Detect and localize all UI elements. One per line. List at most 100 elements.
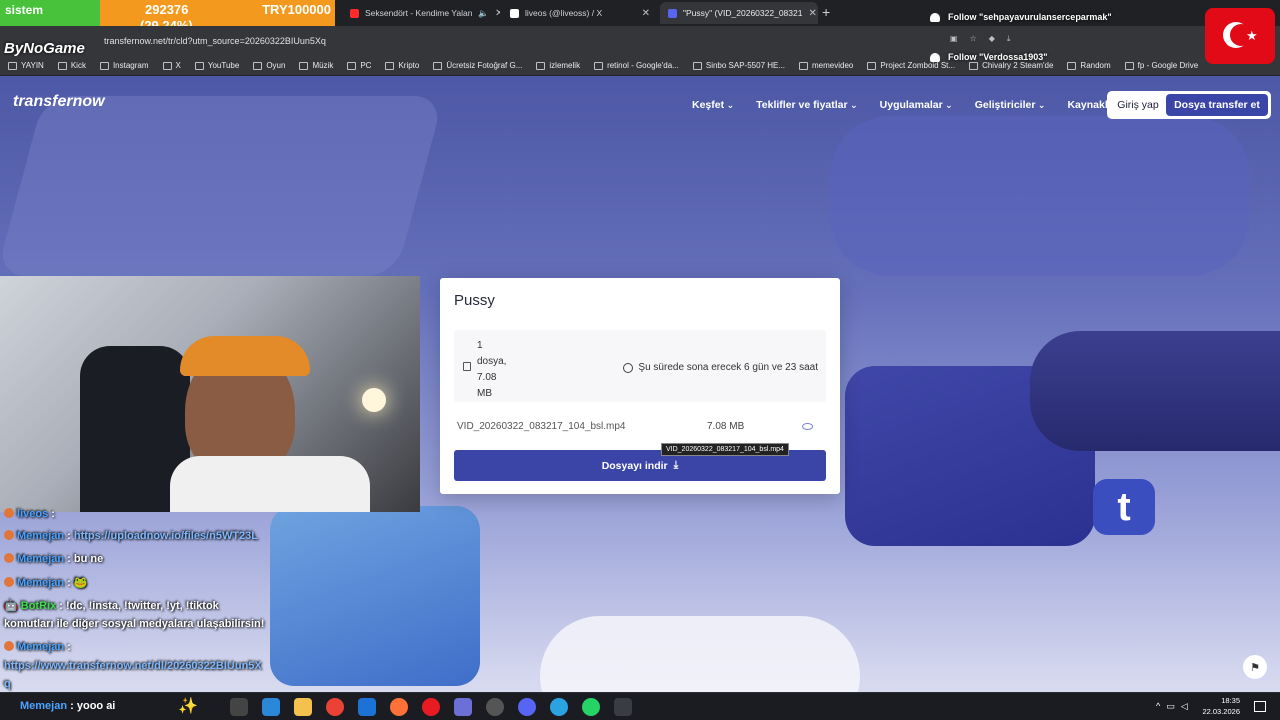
- whatsapp-icon[interactable]: [582, 698, 600, 716]
- chat-username: Memejan: [17, 553, 65, 565]
- bookmark-item[interactable]: YAYIN: [8, 61, 44, 70]
- clock[interactable]: 18:35 22.03.2026: [1202, 695, 1240, 717]
- opera-icon[interactable]: [422, 698, 440, 716]
- system-tray[interactable]: ^ ▭ ◁: [1156, 701, 1188, 712]
- nav-pricing[interactable]: Teklifler ve fiyatlar: [756, 99, 857, 111]
- chat-text: yooo ai: [76, 700, 116, 712]
- chat-text: !dc, !insta, !twitter, !yt, !tiktok: [66, 600, 219, 612]
- bookmark-item[interactable]: Kick: [57, 61, 86, 70]
- file-explorer-icon[interactable]: [294, 698, 312, 716]
- nav-kesfet[interactable]: Keşfet: [692, 99, 734, 111]
- login-button[interactable]: Giriş yap: [1110, 99, 1166, 111]
- chrome-icon[interactable]: [326, 698, 344, 716]
- notification-icon[interactable]: [1254, 701, 1266, 712]
- download-icon[interactable]: ⤓: [1007, 34, 1011, 44]
- transfer-file-button[interactable]: Dosya transfer et: [1166, 94, 1268, 116]
- mute-icon[interactable]: 🔈: [478, 8, 489, 19]
- chevron-up-icon[interactable]: ^: [1156, 701, 1160, 712]
- download-card: Pussy 1 dosya, 7.08 MB Şu sürede sona er…: [440, 278, 840, 494]
- bookmark-item[interactable]: Random: [1067, 61, 1111, 70]
- preview-eye-icon[interactable]: [802, 422, 813, 430]
- extension-icon[interactable]: ▣: [950, 34, 958, 44]
- transfernow-favicon-icon: [668, 8, 677, 18]
- header-actions: Giriş yap Dosya transfer et: [1107, 91, 1271, 119]
- task-view-icon[interactable]: [230, 698, 248, 716]
- bookmark-item[interactable]: Ücretsiz Fotoğraf G...: [433, 61, 522, 70]
- firefox-icon[interactable]: [390, 698, 408, 716]
- bookmark-label: Kripto: [398, 61, 420, 70]
- app-icon[interactable]: [454, 698, 472, 716]
- nav-apps[interactable]: Uygulamalar: [880, 99, 953, 111]
- streamer-webcam: [0, 276, 420, 512]
- folder-icon: [57, 61, 67, 70]
- new-tab-button[interactable]: +: [822, 4, 830, 20]
- close-icon[interactable]: ✕: [642, 8, 650, 19]
- url-field[interactable]: transfernow.net/tr/cld?utm_source=202603…: [104, 36, 326, 46]
- decor-shape: [1030, 331, 1280, 451]
- bookmark-label: PC: [360, 61, 372, 70]
- site-logo[interactable]: transfernow: [13, 93, 105, 111]
- bookmark-item[interactable]: YouTube: [194, 61, 240, 70]
- folder-icon: [99, 61, 109, 70]
- folder-icon: [162, 61, 172, 70]
- chat-link[interactable]: https://uploadnow.io/files/n5WT23L: [74, 530, 258, 542]
- summary-line: 7.08: [477, 372, 497, 383]
- bookmark-item[interactable]: memevideo: [799, 61, 853, 70]
- chat-username: Memejan: [17, 641, 65, 653]
- bookmark-item[interactable]: fp - Google Drive: [1124, 61, 1198, 70]
- avatar: [4, 641, 14, 651]
- tab-liveos[interactable]: liveos (@liveoss) / X ✕: [502, 2, 658, 24]
- bookmark-item[interactable]: Müzik: [299, 61, 333, 70]
- copy-icon: [463, 362, 471, 371]
- turkish-flag-icon: [1205, 8, 1275, 64]
- bookmark-item[interactable]: Sinbo SAP-5507 HE...: [692, 61, 785, 70]
- folder-icon: [385, 61, 395, 70]
- bookmark-item[interactable]: PC: [347, 61, 371, 70]
- extension-icon[interactable]: ◆: [989, 34, 995, 44]
- nav-developers[interactable]: Geliştiriciler: [975, 99, 1046, 111]
- folder-icon: [194, 61, 204, 70]
- tab-title: Seksendört - Kendime Yalan: [365, 8, 473, 18]
- folder-icon: [299, 61, 309, 70]
- chat-username: Memejan: [17, 577, 65, 589]
- bookmark-item[interactable]: Oyun: [253, 61, 285, 70]
- expiry-info: Şu sürede sona erecek 6 gün ve 23 saat: [623, 362, 818, 373]
- discord-icon[interactable]: [518, 698, 536, 716]
- chrome-active-icon[interactable]: [614, 698, 632, 716]
- bookmark-label: retinol - Google'da...: [607, 61, 679, 70]
- bookmark-label: Random: [1080, 61, 1111, 70]
- chat-link-continued[interactable]: q: [4, 678, 11, 690]
- stream-chat: liveos : Memejan : https://uploadnow.io/…: [0, 508, 300, 692]
- tab-title: "Pussy" (VID_20260322_08321: [683, 8, 803, 18]
- bookmark-item[interactable]: Instagram: [99, 61, 149, 70]
- bookmark-item[interactable]: X: [162, 61, 181, 70]
- report-flag-button[interactable]: ⚑: [1243, 655, 1267, 679]
- network-icon[interactable]: ▭: [1166, 701, 1175, 712]
- folder-icon: [347, 61, 357, 70]
- file-row[interactable]: VID_20260322_083217_104_bsl.mp4 7.08 MB: [454, 415, 826, 437]
- expiry-text: Şu sürede sona erecek 6 gün ve 23 saat: [638, 362, 818, 373]
- goal-value: 292376: [145, 2, 189, 17]
- tab-transfernow[interactable]: "Pussy" (VID_20260322_08321 ✕: [660, 2, 818, 24]
- bookmark-label: Instagram: [112, 61, 149, 70]
- obs-icon[interactable]: [486, 698, 504, 716]
- close-icon[interactable]: ✕: [495, 8, 500, 19]
- x-icon: [510, 8, 519, 18]
- bookmark-item[interactable]: izlemelik: [536, 61, 580, 70]
- follow-alert: Follow "Verdossa1903": [930, 46, 1048, 68]
- emote-icon: 🐸: [73, 577, 88, 589]
- bookmark-item[interactable]: retinol - Google'da...: [594, 61, 679, 70]
- telegram-icon[interactable]: [550, 698, 568, 716]
- streamer-shirt: [170, 456, 370, 512]
- mail-icon[interactable]: [358, 698, 376, 716]
- bot-badge-icon: 🤖: [4, 600, 18, 612]
- copilot-icon[interactable]: [262, 698, 280, 716]
- avatar: [4, 530, 14, 540]
- chat-link[interactable]: https://www.transfernow.net/dl/20260322B…: [4, 660, 262, 672]
- close-icon[interactable]: ✕: [808, 8, 816, 19]
- star-icon[interactable]: ☆: [970, 34, 977, 44]
- bookmark-label: YouTube: [207, 61, 240, 70]
- tab-seksendort[interactable]: Seksendört - Kendime Yalan 🔈 ✕: [342, 2, 500, 24]
- volume-icon[interactable]: ◁: [1181, 701, 1188, 712]
- bookmark-item[interactable]: Kripto: [385, 61, 419, 70]
